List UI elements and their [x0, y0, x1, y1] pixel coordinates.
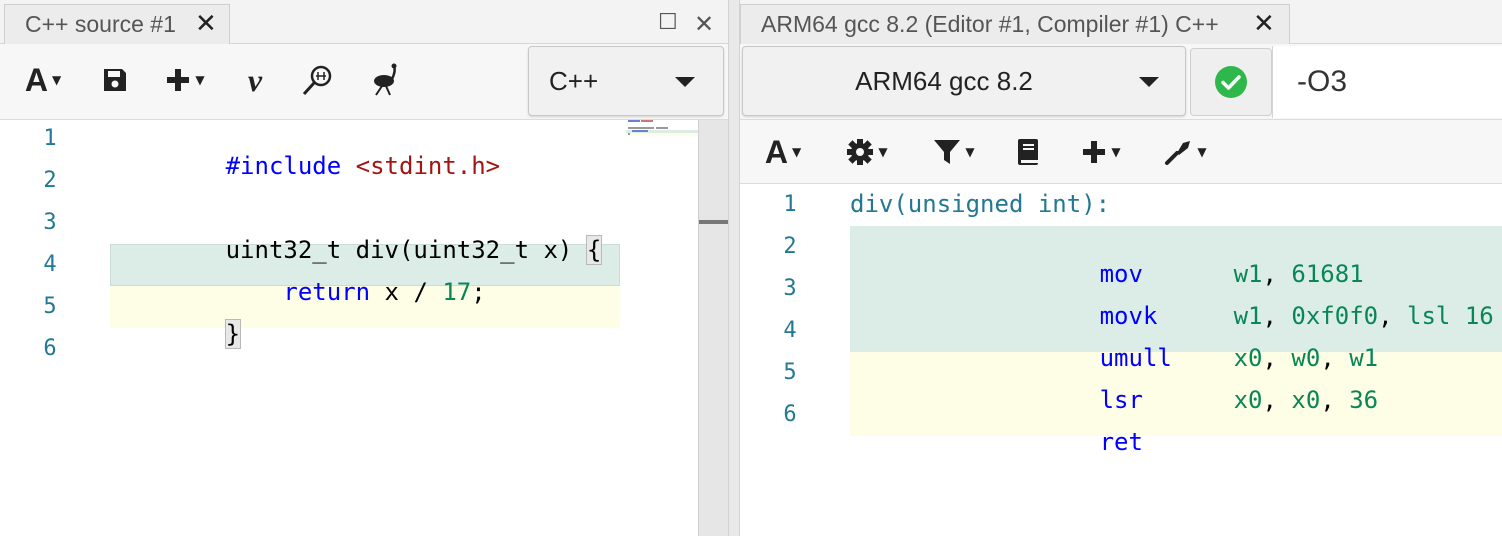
compiler-tab-bar: ARM64 gcc 8.2 (Editor #1, Compiler #1) C… — [740, 0, 1502, 44]
mnemonic: ret — [1099, 428, 1143, 456]
semicolon: ; — [471, 278, 486, 306]
close-icon[interactable]: ✕ — [1253, 11, 1275, 37]
close-pane-icon[interactable]: ✕ — [694, 10, 714, 38]
maximize-icon[interactable]: ☐ — [658, 10, 678, 35]
language-select[interactable]: C++ — [528, 46, 724, 116]
separator: , — [1378, 302, 1408, 330]
source-toolbar: A ▼ ▼ v C++ — [0, 44, 728, 120]
compiler-flags-value: -O3 — [1297, 65, 1348, 98]
shift-op: lsl — [1407, 302, 1451, 330]
source-editor-pane: C++ source #1 ✕ ☐ ✕ A ▼ ▼ v C++ 1 2 3 4 … — [0, 0, 729, 536]
vim-icon[interactable]: v — [238, 60, 272, 100]
number-literal: 17 — [442, 278, 472, 306]
code-line: #include <stdint.h> — [110, 124, 501, 208]
add-icon[interactable]: ▼ — [1074, 132, 1128, 172]
compiler-output-pane: ARM64 gcc 8.2 (Editor #1, Compiler #1) C… — [740, 0, 1502, 536]
filter-icon[interactable]: ▼ — [926, 132, 982, 172]
book-icon[interactable] — [1012, 132, 1044, 172]
line-number: 1 — [43, 126, 57, 151]
compile-status[interactable] — [1190, 48, 1272, 116]
asm-label: div(unsigned int): — [850, 190, 1111, 218]
line-number: 3 — [43, 210, 57, 235]
tab-title: C++ source #1 — [25, 11, 176, 37]
code-line: } — [110, 292, 242, 376]
tab-title: ARM64 gcc 8.2 (Editor #1, Compiler #1) C… — [761, 11, 1219, 37]
save-icon[interactable] — [98, 60, 132, 100]
line-number: 3 — [783, 276, 797, 301]
compiler-name: ARM64 gcc 8.2 — [855, 65, 1033, 96]
chevron-down-icon — [1139, 77, 1159, 87]
line-number: 5 — [783, 360, 797, 385]
font-size-icon[interactable]: A ▼ — [756, 132, 810, 172]
line-number: 1 — [783, 192, 797, 217]
include-directive: #include — [225, 152, 342, 180]
source-tab-bar: C++ source #1 ✕ ☐ ✕ — [0, 0, 728, 44]
line-number: 6 — [43, 336, 57, 361]
separator — [1450, 302, 1464, 330]
tab-source[interactable]: C++ source #1 ✕ — [4, 4, 230, 44]
font-size-icon[interactable]: A ▼ — [16, 60, 70, 100]
register: x0 — [1291, 386, 1321, 414]
separator: , — [1262, 386, 1292, 414]
asm-line: ret — [984, 400, 1143, 484]
line-number: 5 — [43, 294, 57, 319]
compiler-select[interactable]: ARM64 gcc 8.2 — [742, 46, 1186, 116]
compiler-selection-row: ARM64 gcc 8.2 -O3 — [740, 44, 1502, 120]
chevron-down-icon — [675, 77, 695, 87]
search-icon[interactable] — [300, 60, 336, 100]
compiler-flags-input[interactable]: -O3 — [1272, 46, 1502, 118]
scrollbar-marker — [699, 220, 729, 224]
header-name: <stdint.h> — [355, 152, 501, 180]
line-number: 4 — [783, 318, 797, 343]
language-label: C++ — [549, 65, 599, 96]
register: x0 — [1233, 386, 1263, 414]
close-icon[interactable]: ✕ — [195, 11, 217, 37]
return-keyword: return — [283, 278, 371, 306]
editor-scrollbar[interactable] — [698, 120, 729, 536]
source-code-editor[interactable]: 1 2 3 4 5 6 #include <stdint.h> uint32_t… — [0, 120, 698, 536]
tab-compiler[interactable]: ARM64 gcc 8.2 (Editor #1, Compiler #1) C… — [740, 4, 1290, 44]
ostrich-icon[interactable] — [368, 60, 404, 100]
settings-icon[interactable]: ▼ — [838, 132, 896, 172]
close-brace: } — [224, 319, 242, 349]
compiler-explorer-window: C++ source #1 ✕ ☐ ✕ A ▼ ▼ v C++ 1 2 3 4 … — [0, 0, 1502, 536]
add-icon[interactable]: ▼ — [158, 60, 212, 100]
expression: x / — [370, 278, 443, 306]
open-brace: { — [585, 235, 603, 265]
line-number: 6 — [783, 402, 797, 427]
compiler-toolbar: A ▼ ▼ ▼ ▼ ▼ — [740, 120, 1502, 184]
immediate: 36 — [1349, 386, 1379, 414]
immediate: 16 — [1464, 302, 1494, 330]
minimap[interactable] — [626, 120, 698, 150]
check-circle-icon — [1215, 66, 1247, 98]
line-number: 2 — [783, 234, 797, 259]
asm-operands: x0, x0, 36 — [1118, 358, 1379, 442]
separator: , — [1320, 386, 1350, 414]
line-number: 4 — [43, 252, 57, 277]
assembly-output[interactable]: 1 2 3 4 5 6 div(unsigned int): mov w1, 6… — [740, 184, 1502, 536]
tools-icon[interactable]: ▼ — [1156, 132, 1214, 172]
line-number: 2 — [43, 168, 57, 193]
pane-splitter[interactable] — [728, 0, 740, 536]
